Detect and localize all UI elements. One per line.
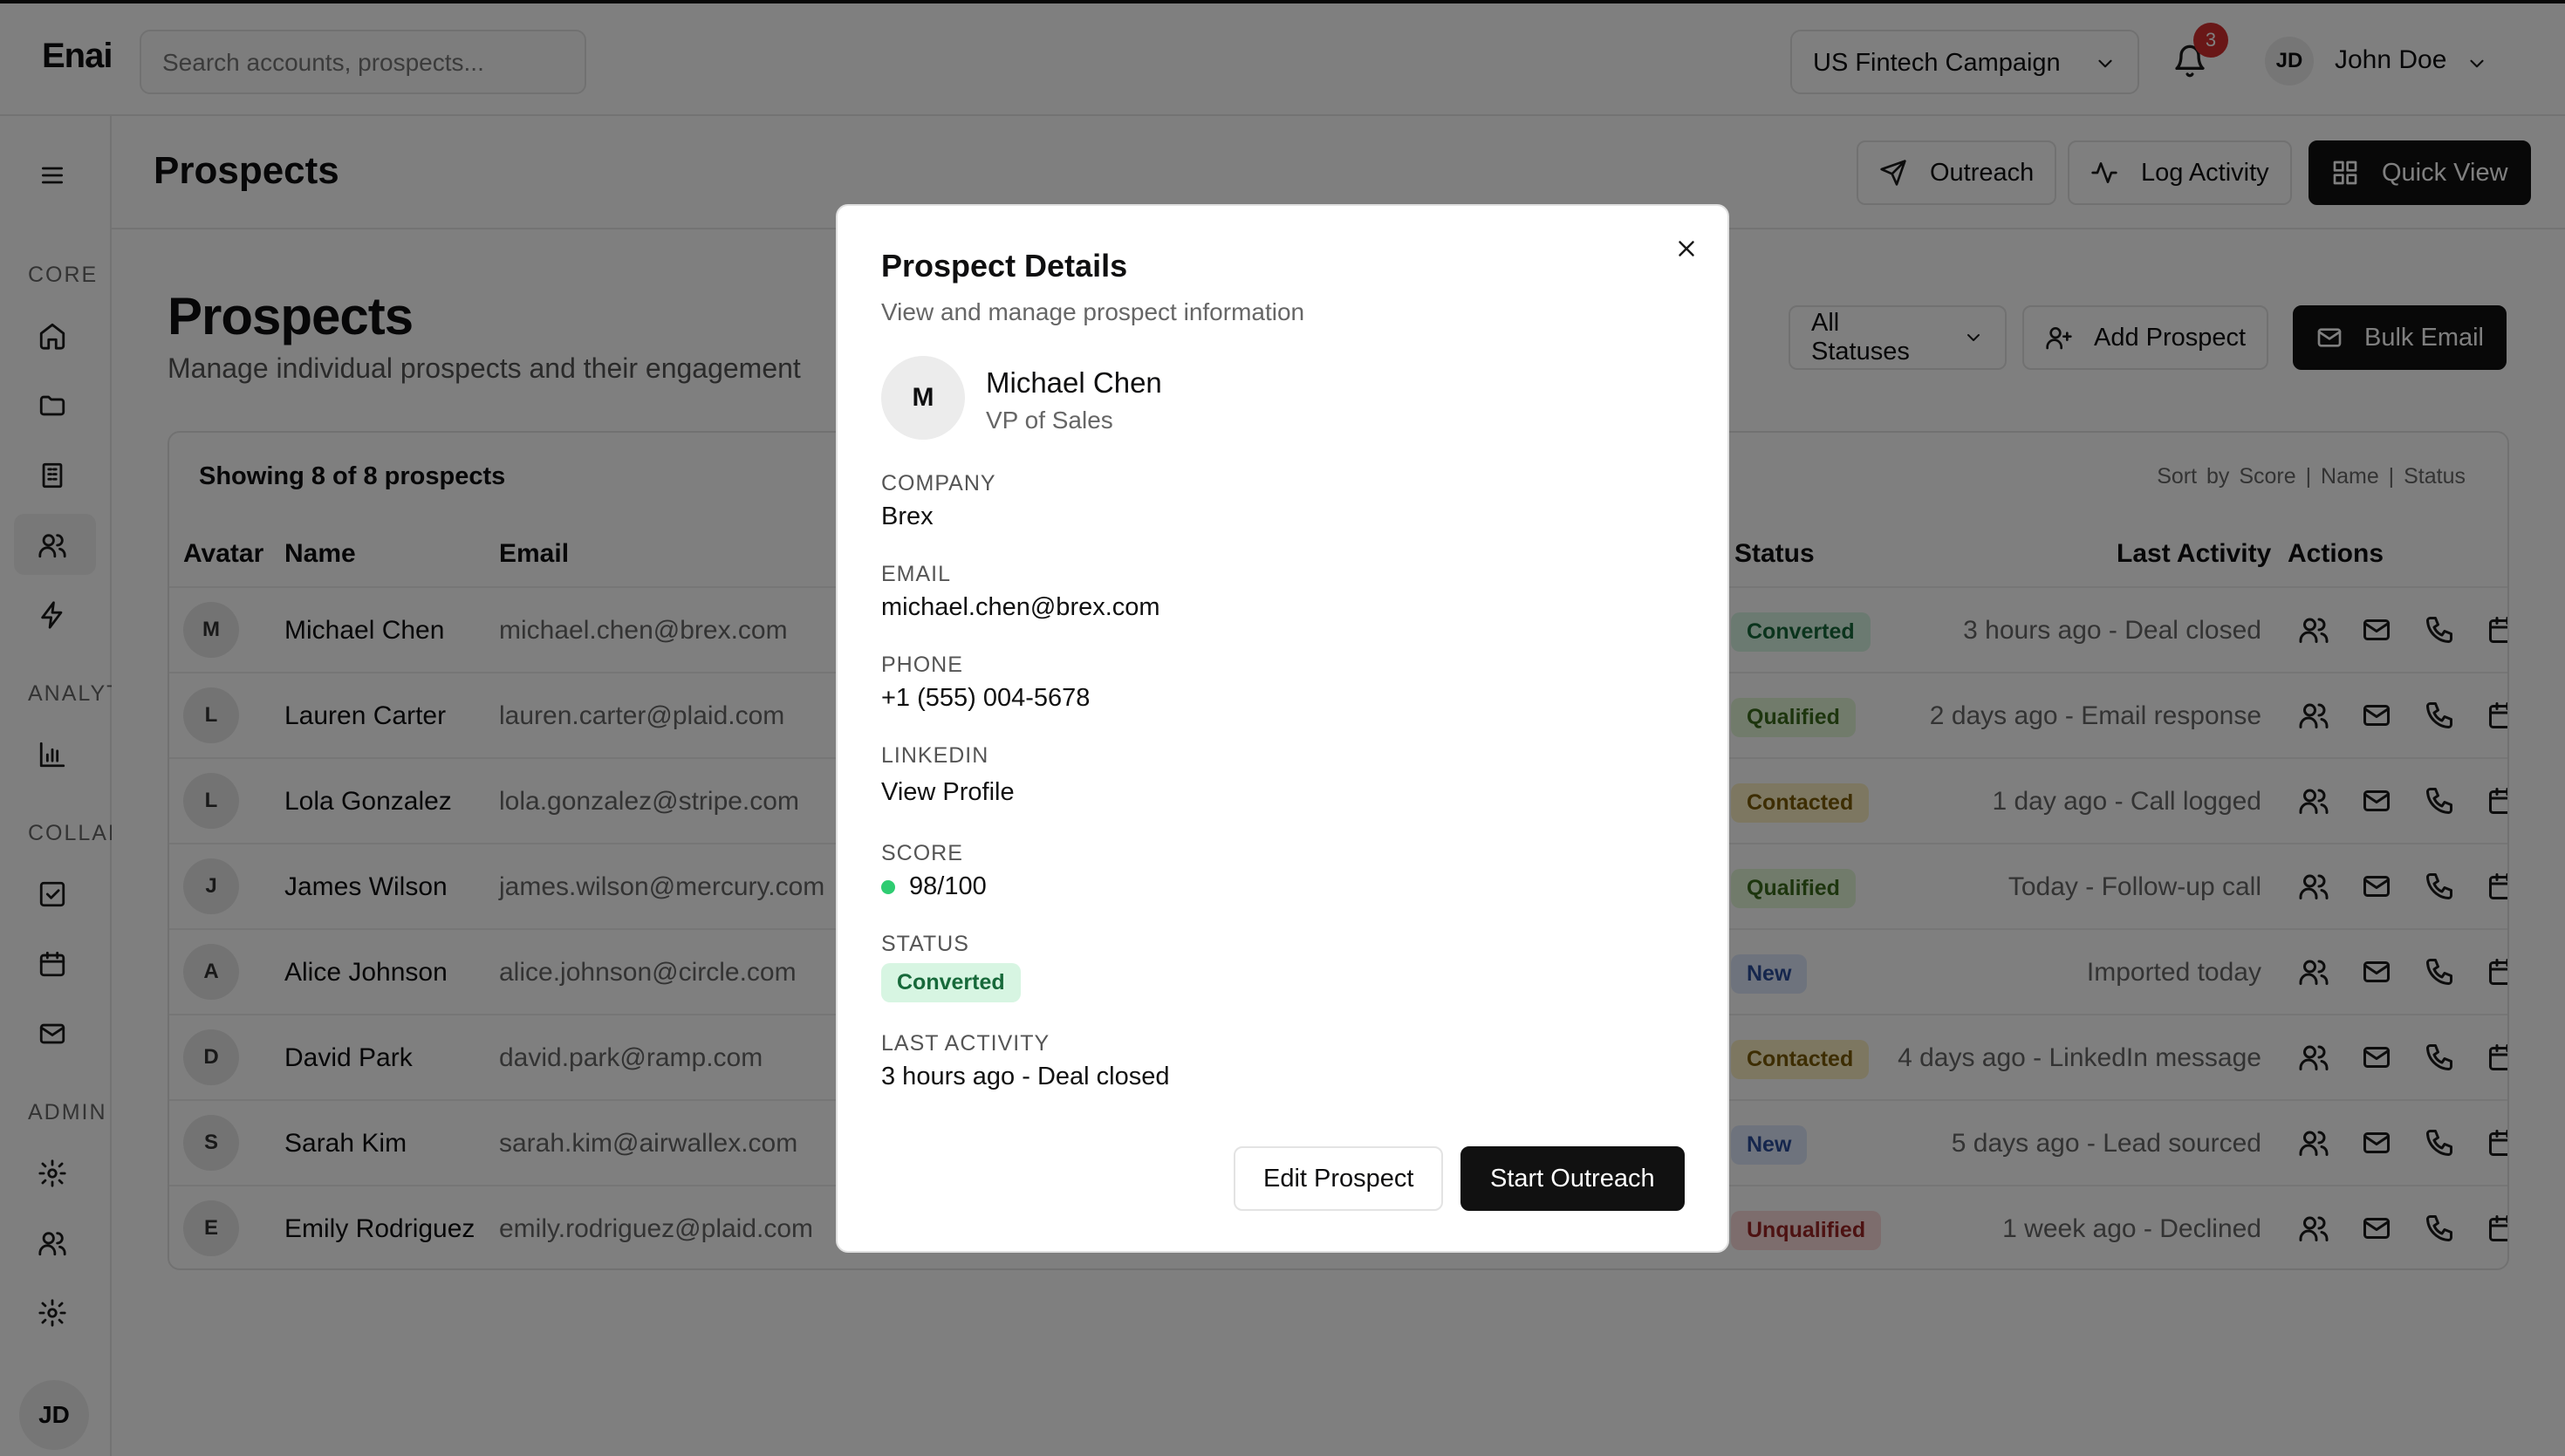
last-activity-value: 3 hours ago - Deal closed [881,1063,1170,1090]
score-value: 98/100 [881,872,987,901]
linkedin-link[interactable]: View Profile [881,778,1015,807]
score-label: SCORE [881,841,963,865]
score-dot [881,880,895,895]
phone-value: +1 (555) 004-5678 [881,684,1091,712]
email-label: EMAIL [881,562,952,586]
avatar: M [881,356,965,440]
modal-subtitle: View and manage prospect information [881,298,1305,325]
start-outreach-button[interactable]: Start Outreach [1460,1146,1685,1211]
company-value: Brex [881,502,934,530]
prospect-role: VP of Sales [986,407,1113,434]
status-label: STATUS [881,932,969,956]
modal-title: Prospect Details [881,248,1128,284]
status-badge: Converted [881,963,1021,1002]
score-text: 98/100 [909,872,987,900]
last-activity-label: LAST ACTIVITY [881,1031,1050,1056]
prospect-details-modal: Prospect Details View and manage prospec… [836,204,1729,1253]
edit-prospect-button[interactable]: Edit Prospect [1234,1146,1444,1211]
linkedin-label: LINKEDIN [881,743,989,768]
email-value: michael.chen@brex.com [881,593,1160,621]
close-icon[interactable] [1673,236,1700,262]
prospect-name: Michael Chen [986,366,1162,399]
company-label: COMPANY [881,471,996,496]
phone-label: PHONE [881,653,963,677]
